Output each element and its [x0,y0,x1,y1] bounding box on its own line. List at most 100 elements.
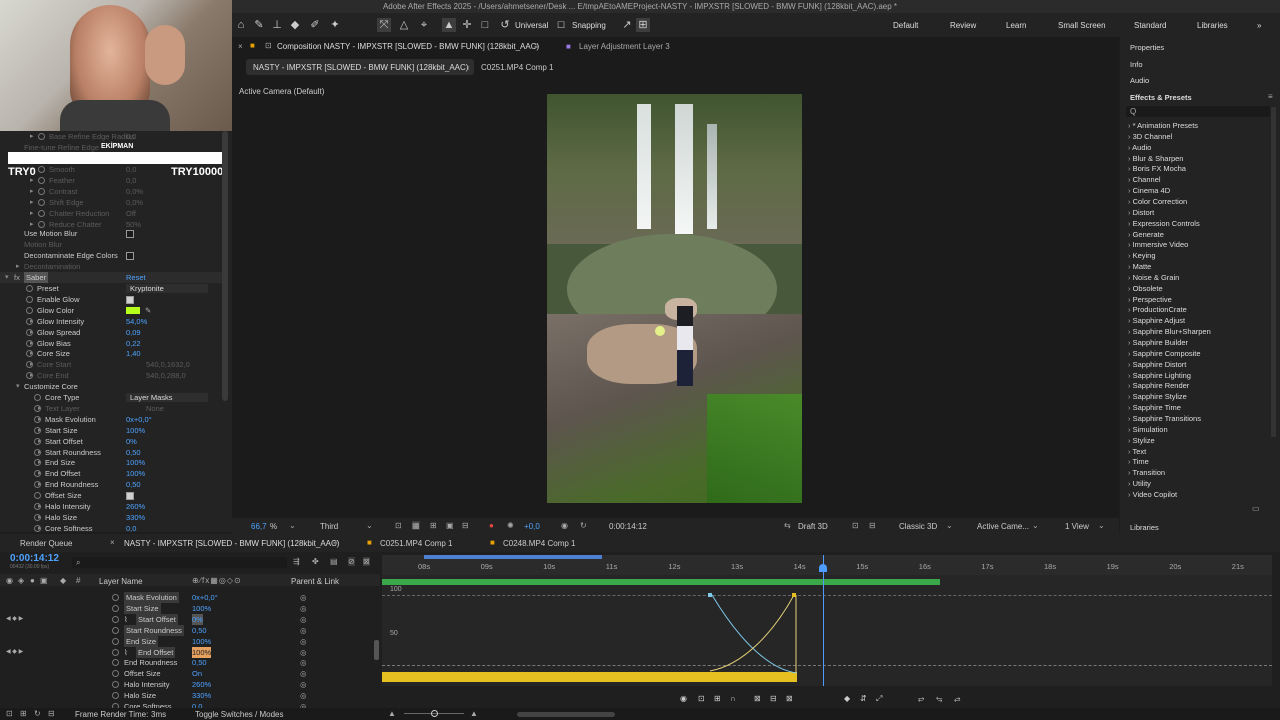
refine-edge-value[interactable]: 0,0% [126,197,143,208]
easy-ease-icon[interactable]: ⥂ [918,694,924,704]
show-snapshot-icon[interactable]: ↻ [580,521,587,530]
stopwatch-icon[interactable] [38,210,45,217]
workspace-small-screen[interactable]: Small Screen [1058,21,1106,30]
camera-dropdown[interactable]: Active Came... ⌄ [974,520,1048,532]
effects-category-item[interactable]: › Generate [1128,230,1164,239]
timeline-property-value[interactable]: 0% [192,613,203,625]
collapse-triangle-icon[interactable]: ▾ [16,381,20,392]
color-channels-icon[interactable]: ● [489,521,494,530]
effects-category-item[interactable]: › Sapphire Distort [1128,360,1186,369]
graph-editor-icon[interactable]: ⊠ [363,557,370,566]
layer-info-icon[interactable]: ⊞ [20,709,27,718]
stopwatch-icon[interactable] [34,394,41,401]
draft3d-icon[interactable]: ⇆ [784,521,791,530]
hold-keyframe-icon[interactable]: ⇵ [860,694,867,703]
expand-triangle-icon[interactable]: ▸ [30,208,34,219]
mask-view-icon[interactable]: ⊞ [430,521,437,530]
effects-presets-tab[interactable]: Effects & Presets [1130,93,1192,102]
workspace-libraries[interactable]: Libraries [1197,21,1228,30]
saber-param-checkbox[interactable] [126,492,134,501]
solo-icon[interactable]: ● [30,576,35,585]
effects-category-item[interactable]: › Sapphire Stylize [1128,392,1187,401]
saber-effect-row[interactable]: ▾ fx Saber Reset [0,272,222,283]
refine-edge-value[interactable]: 0,0 [126,175,136,186]
timeline-property-value[interactable]: 100% [192,603,211,614]
effects-category-item[interactable]: › Sapphire Render [1128,381,1189,390]
effects-category-item[interactable]: › 3D Channel [1128,132,1172,141]
timeline-property-row[interactable]: Halo Intensity 260% ◎ [0,679,380,690]
zoom-slider-handle[interactable] [431,710,438,717]
stopwatch-icon[interactable] [38,133,45,140]
panel-menu-icon[interactable]: ≡ [333,538,338,547]
workspace-review[interactable]: Review [950,21,976,30]
stopwatch-icon[interactable] [34,415,41,423]
frame-blending-icon[interactable]: ⊘ [348,557,355,566]
timeline-property-row[interactable]: End Size 100% ◎ [0,635,380,647]
timeline-search-input[interactable]: ⌕ [72,557,287,568]
expression-pickwhip-icon[interactable]: ◎ [300,636,307,647]
saber-param-value[interactable]: 100% [126,457,145,468]
region-icon[interactable]: ⊡ [395,521,402,530]
expression-pickwhip-icon[interactable]: ◎ [300,679,307,690]
stopwatch-icon[interactable] [26,328,33,336]
timeline-property-value[interactable]: 100% [192,646,212,658]
timeline-scrollbar[interactable] [517,712,615,717]
pen-icon[interactable]: ✎ [252,18,266,32]
timeline-property-value[interactable]: On [192,668,202,679]
playhead-handle[interactable] [819,564,827,572]
cycle-icon[interactable]: ↻ [34,709,41,718]
saber-param-value[interactable]: 0,09 [126,327,141,338]
toggle-switches-button[interactable]: Toggle Switches / Modes [195,710,284,719]
collapse-triangle-icon[interactable]: ▾ [5,272,9,283]
refine-edge-value[interactable]: 0,0% [126,186,143,197]
resolution-dropdown[interactable]: Third ⌄ [316,520,376,532]
timeline-property-value[interactable]: 330% [192,690,211,701]
close-icon[interactable]: × [110,538,115,547]
close-icon[interactable]: × [238,42,243,51]
effect-controls-scrollbar[interactable] [222,131,228,401]
visibility-icon[interactable]: ◉ [6,576,13,585]
snapping-label[interactable]: Snapping [572,21,606,30]
track-icon[interactable]: ⌖ [417,18,431,32]
reset-link[interactable]: Reset [126,272,146,283]
timeline-property-row[interactable]: ◀ ◆ ▶ ⌇ Start Offset 0% ◎ [0,613,380,625]
value-graph-curves[interactable] [382,555,1272,686]
timeline-property-value[interactable]: 0,50 [192,625,207,636]
effects-category-item[interactable]: › Video Copilot [1128,490,1177,499]
stopwatch-icon[interactable] [26,285,33,292]
audio-icon[interactable]: ◈ [18,576,24,585]
comp-flow-icon[interactable]: ⇶ [293,557,300,566]
effects-category-item[interactable]: › Sapphire Adjust [1128,316,1185,325]
workspace-standard[interactable]: Standard [1134,21,1166,30]
new-folder-icon[interactable]: ▭ [1252,504,1260,513]
panel-menu-icon[interactable]: ≡ [534,42,539,51]
stopwatch-icon[interactable] [38,166,45,173]
expand-triangle-icon[interactable]: ▸ [30,197,34,208]
extended-viewer-icon[interactable]: ⊡ [852,521,859,530]
effects-category-item[interactable]: › Sapphire Transitions [1128,414,1201,423]
libraries-tab[interactable]: Libraries [1130,523,1159,532]
refine-edge-value[interactable]: 0,0 [126,164,136,175]
color-management-icon[interactable]: ✺ [507,521,514,530]
timeline-tab-active[interactable]: NASTY - IMPXSTR [SLOWED - BMW FUNK] (128… [124,539,339,548]
comp-lock-icon[interactable]: ⊡ [265,41,272,50]
puppet-icon[interactable]: ✦ [328,18,342,32]
snap-icon[interactable]: ∩ [730,694,736,703]
expression-pickwhip-icon[interactable]: ◎ [300,625,307,636]
grid-snap-icon[interactable]: ⊞ [636,18,650,32]
ease-in-icon[interactable]: ⥃ [936,694,942,704]
effects-category-item[interactable]: › Audio [1128,143,1151,152]
stopwatch-icon[interactable] [112,626,119,634]
expression-pickwhip-icon[interactable]: ◎ [300,592,307,603]
glow-color-swatch[interactable] [126,306,140,314]
guides-icon[interactable]: ▣ [446,521,454,530]
renderer-dropdown[interactable]: Classic 3D ⌄ [896,520,962,532]
anchor-tool-icon[interactable]: ⤧ [377,18,391,32]
ease-out-icon[interactable]: ⥄ [954,694,960,704]
stopwatch-icon[interactable] [112,604,119,612]
effects-category-item[interactable]: › Utility [1128,479,1151,488]
expand-triangle-icon[interactable]: ▸ [16,261,20,272]
effects-category-item[interactable]: › Color Correction [1128,197,1187,206]
effects-category-item[interactable]: › Stylize [1128,436,1155,445]
home-icon[interactable]: ⌂ [234,18,248,32]
